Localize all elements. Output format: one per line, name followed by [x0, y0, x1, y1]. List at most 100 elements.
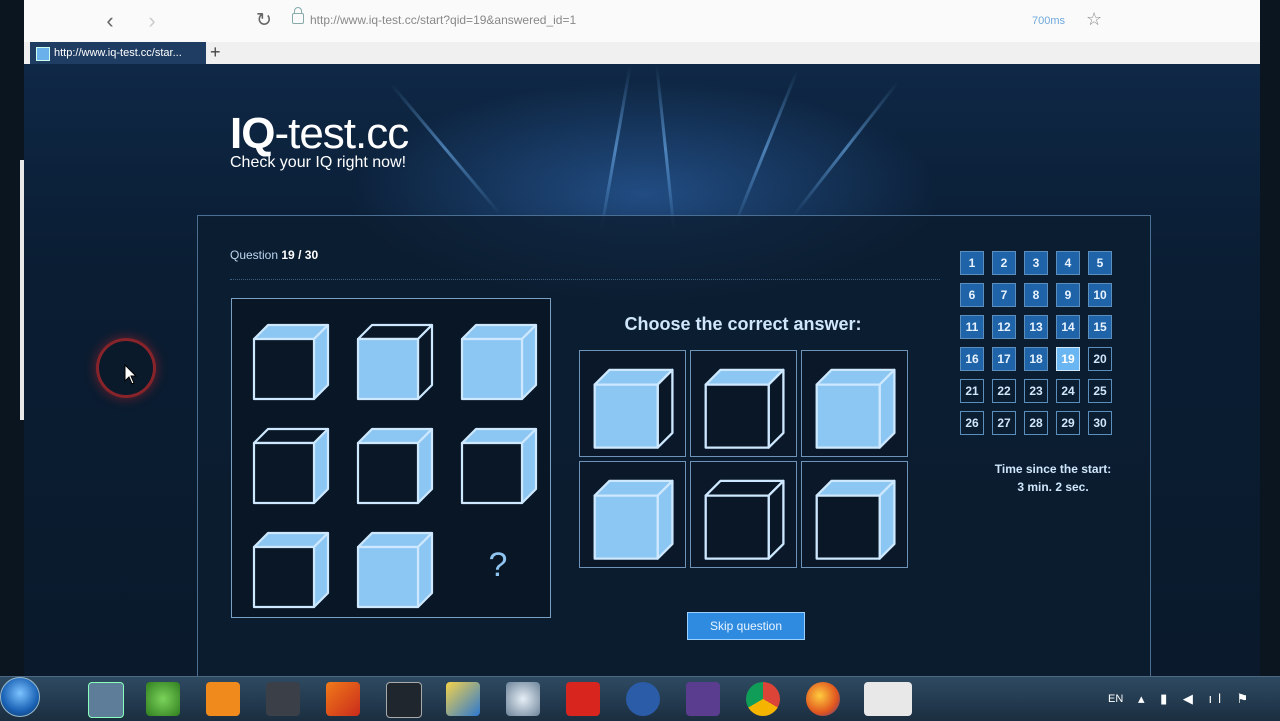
cube-side-face	[767, 479, 785, 560]
question-nav-24[interactable]: 24	[1056, 379, 1080, 403]
answer-option-3[interactable]	[801, 350, 908, 457]
question-nav-23[interactable]: 23	[1024, 379, 1048, 403]
cube-figure	[252, 323, 330, 401]
lock-icon	[292, 7, 304, 24]
question-nav-13[interactable]: 13	[1024, 315, 1048, 339]
question-separator: /	[298, 248, 302, 262]
start-button[interactable]	[0, 677, 40, 717]
language-indicator[interactable]: EN	[1108, 693, 1123, 705]
question-nav-28[interactable]: 28	[1024, 411, 1048, 435]
red-app-icon[interactable]	[566, 682, 600, 716]
question-nav-16[interactable]: 16	[960, 347, 984, 371]
favicon-icon	[36, 47, 50, 61]
question-nav-19[interactable]: 19	[1056, 347, 1080, 371]
question-nav-26[interactable]: 26	[960, 411, 984, 435]
puzzle-cell	[448, 307, 548, 407]
cube-side-face	[416, 531, 434, 609]
chrome-icon[interactable]	[746, 682, 780, 716]
new-tab-button[interactable]: +	[210, 42, 221, 62]
document-app-icon[interactable]	[206, 682, 240, 716]
answer-option-4[interactable]	[579, 461, 686, 568]
puzzle-cell	[240, 515, 340, 615]
cube-side-face	[520, 427, 538, 505]
file-explorer-icon[interactable]	[88, 682, 124, 718]
cube-figure	[704, 479, 785, 560]
paint-app-icon[interactable]	[446, 682, 480, 716]
firefox-icon[interactable]	[806, 682, 840, 716]
question-nav-18[interactable]: 18	[1024, 347, 1048, 371]
answer-option-2[interactable]	[690, 350, 797, 457]
matlab-app-icon[interactable]	[326, 682, 360, 716]
light-ray	[791, 81, 900, 217]
light-ray	[655, 64, 676, 234]
answer-option-5[interactable]	[690, 461, 797, 568]
calculator-app-icon[interactable]	[686, 682, 720, 716]
question-nav-30[interactable]: 30	[1088, 411, 1112, 435]
active-tab[interactable]: http://www.iq-test.cc/star...	[30, 42, 206, 64]
as-app-icon[interactable]	[626, 682, 660, 716]
timer-value: 3 min. 2 sec.	[1017, 480, 1089, 494]
question-nav-1[interactable]: 1	[960, 251, 984, 275]
question-nav-12[interactable]: 12	[992, 315, 1016, 339]
question-nav-17[interactable]: 17	[992, 347, 1016, 371]
brave-icon[interactable]	[864, 682, 912, 716]
reload-button[interactable]: ↻	[252, 9, 276, 33]
elapsed-time: Time since the start: 3 min. 2 sec.	[978, 460, 1128, 496]
cube-side-face	[656, 368, 674, 449]
question-nav-20[interactable]: 20	[1088, 347, 1112, 371]
question-label: Question	[230, 248, 279, 262]
question-nav-14[interactable]: 14	[1056, 315, 1080, 339]
system-tray-icons[interactable]: ▴ ▮ ◀ ıl ⚑	[1138, 691, 1254, 707]
timer-label: Time since the start:	[994, 462, 1112, 476]
light-ray	[599, 65, 632, 233]
question-nav-2[interactable]: 2	[992, 251, 1016, 275]
tab-strip: http://www.iq-test.cc/star... +	[24, 42, 1260, 64]
question-nav-9[interactable]: 9	[1056, 283, 1080, 307]
question-nav-15[interactable]: 15	[1088, 315, 1112, 339]
cube-front-face	[460, 441, 524, 505]
back-button[interactable]: ‹	[98, 9, 122, 33]
puzzle-cell	[240, 307, 340, 407]
cube-front-face	[815, 383, 881, 449]
question-nav-7[interactable]: 7	[992, 283, 1016, 307]
parrot-app-icon[interactable]	[146, 682, 180, 716]
divider	[230, 279, 940, 280]
cube-figure	[815, 368, 896, 449]
address-bar[interactable]: http://www.iq-test.cc/start?qid=19&answe…	[310, 13, 576, 27]
answer-option-1[interactable]	[579, 350, 686, 457]
question-nav-22[interactable]: 22	[992, 379, 1016, 403]
cube-side-face	[416, 427, 434, 505]
question-nav-10[interactable]: 10	[1088, 283, 1112, 307]
question-nav-5[interactable]: 5	[1088, 251, 1112, 275]
question-nav-27[interactable]: 27	[992, 411, 1016, 435]
question-total: 30	[304, 248, 319, 262]
question-nav-11[interactable]: 11	[960, 315, 984, 339]
answer-option-6[interactable]	[801, 461, 908, 568]
question-nav-21[interactable]: 21	[960, 379, 984, 403]
cube-front-face	[356, 337, 420, 401]
bookmark-star-icon[interactable]: ☆	[1086, 9, 1102, 30]
cube-figure	[252, 427, 330, 505]
clapper-app-icon[interactable]	[266, 682, 300, 716]
question-nav-29[interactable]: 29	[1056, 411, 1080, 435]
question-nav-25[interactable]: 25	[1088, 379, 1112, 403]
question-nav-4[interactable]: 4	[1056, 251, 1080, 275]
logo-v8-app-icon[interactable]	[386, 682, 422, 718]
window-right-edge	[1260, 0, 1280, 720]
skip-question-button[interactable]: Skip question	[687, 612, 805, 640]
brand-rest: -test.cc	[274, 109, 409, 158]
cube-figure	[356, 323, 434, 401]
forward-button[interactable]: ›	[140, 9, 164, 33]
question-nav-8[interactable]: 8	[1024, 283, 1048, 307]
atom-app-icon[interactable]	[506, 682, 540, 716]
puzzle-cell	[344, 515, 444, 615]
browser-toolbar: ‹ › ↻ http://www.iq-test.cc/start?qid=19…	[24, 0, 1260, 43]
site-logo[interactable]: IQ-test.cc Check your IQ right now!	[230, 109, 409, 172]
window-left-edge	[0, 0, 24, 720]
cube-side-face	[312, 531, 330, 609]
cube-side-face	[878, 368, 896, 449]
cube-figure	[593, 368, 674, 449]
question-nav-6[interactable]: 6	[960, 283, 984, 307]
question-nav-3[interactable]: 3	[1024, 251, 1048, 275]
taskbar: EN ▴ ▮ ◀ ıl ⚑	[0, 676, 1280, 721]
